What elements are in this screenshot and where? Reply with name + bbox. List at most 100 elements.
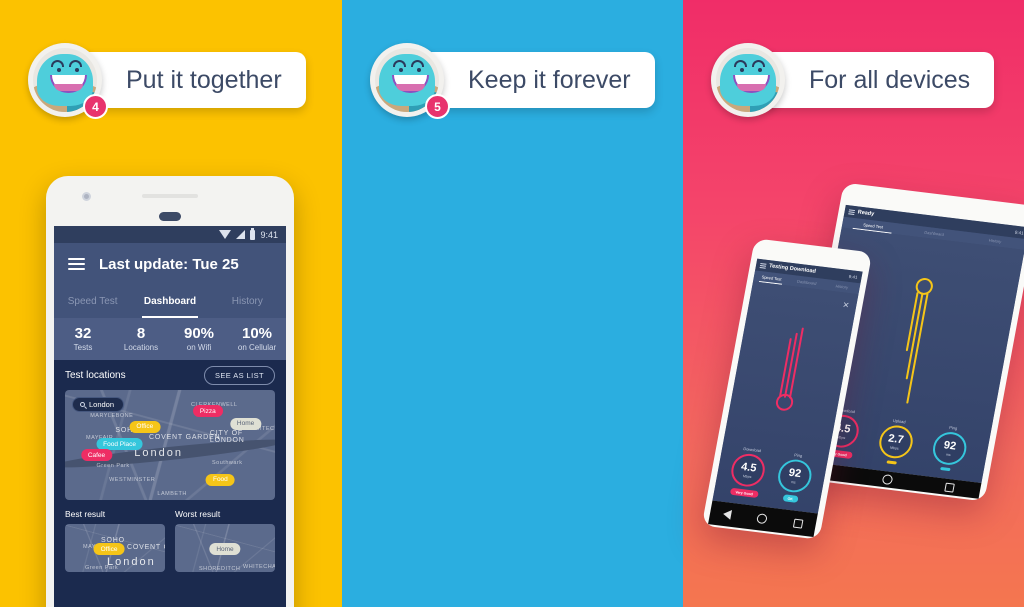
gauge-tag	[940, 466, 951, 472]
tab-speed-test[interactable]: Speed Test	[54, 285, 131, 318]
banner-badge: 4	[83, 94, 108, 119]
gauge-download: Download 4.5 Mbps Very Good	[727, 445, 769, 498]
map-pin[interactable]: Home	[229, 417, 262, 430]
gauge-tag: Very Good	[729, 487, 759, 498]
gauge-unit: Mbps	[889, 445, 900, 451]
status-bar: 9:41	[54, 226, 286, 243]
gauge-ring: 92 ms	[930, 430, 969, 467]
map-search-input[interactable]: London	[72, 397, 125, 412]
battery-icon	[250, 227, 256, 240]
recents-icon[interactable]	[944, 482, 955, 493]
mascot-icon: 5	[370, 43, 450, 119]
banner-2: 5 Keep it forever	[370, 40, 655, 120]
speed-squiggle-icon	[905, 277, 935, 404]
gauge-upload: Upload 2.7 Mbps	[875, 417, 916, 466]
status-time: 9:41	[260, 229, 278, 240]
stat-value: 32	[74, 325, 92, 343]
panel-put-it-together: 4 Put it together 9:41 Last update: Tue …	[0, 0, 342, 607]
page-title: Last update: Tue 25	[99, 255, 239, 273]
best-result[interactable]: Best result LondonCOVENT GARDENSOHOMAYFA…	[65, 509, 165, 572]
mascot-icon: 4	[28, 43, 108, 119]
best-result-map: LondonCOVENT GARDENSOHOMAYFAIRGreen Park…	[65, 524, 165, 572]
recents-icon[interactable]	[792, 518, 804, 529]
test-locations-header: Test locations SEE AS LIST	[54, 360, 286, 390]
banner-1: 4 Put it together	[28, 40, 306, 120]
gauge-caption: Ping	[793, 452, 803, 459]
promo-screenshot: 4 Put it together 9:41 Last update: Tue …	[0, 0, 1024, 607]
hamburger-icon[interactable]	[68, 258, 85, 270]
stat-locations: 8 Locations	[112, 318, 170, 360]
map-pin: Office	[93, 543, 125, 556]
mascot-icon	[711, 43, 785, 117]
hamburger-icon[interactable]	[759, 262, 767, 269]
result-label: Worst result	[175, 509, 221, 519]
home-icon[interactable]	[882, 474, 894, 486]
stat-value: 8	[136, 325, 146, 343]
hamburger-icon[interactable]	[848, 208, 856, 215]
map-label: LAMBETH	[157, 491, 187, 498]
gauge-value: 2.7	[887, 432, 905, 446]
tab-dashboard[interactable]: Dashboard	[131, 285, 208, 318]
gauge-value: 92	[942, 438, 958, 453]
stat-wifi: 90% on Wifi	[170, 318, 228, 360]
stat-label: on Wifi	[186, 342, 212, 352]
status-time: 9:41	[1014, 229, 1024, 236]
map-label: SHOREDITCH	[199, 566, 241, 572]
dashboard-screen: 9:41 Last update: Tue 25 Speed Test Dash…	[54, 226, 286, 607]
page-title: Ready	[857, 209, 875, 218]
stat-cellular: 10% on Cellular	[228, 318, 286, 360]
gauge-ping: Ping 92 ms	[929, 423, 970, 472]
see-as-list-button[interactable]: SEE AS LIST	[203, 365, 275, 385]
back-icon[interactable]	[722, 509, 733, 520]
camera-icon	[82, 192, 91, 201]
stat-value: 90%	[183, 325, 215, 343]
phone-bezel	[46, 176, 294, 226]
map-pin: Home	[209, 543, 241, 556]
map-label: CITY OF	[209, 429, 243, 437]
map-label: Green Park	[85, 565, 119, 572]
map-pin[interactable]: Cafee	[80, 449, 113, 462]
map-label: Southwark	[212, 460, 243, 467]
gauge-unit: ms	[790, 479, 797, 485]
gauge-tag	[886, 460, 897, 465]
banner-bubble: For all devices	[763, 52, 995, 108]
worst-result[interactable]: Worst result WHITECHAPELSHOREDITCH Home	[175, 509, 275, 572]
phone3-gauges: Download 4.5 Mbps Very Good Ping 92 ms O…	[714, 443, 829, 505]
worst-result-map: WHITECHAPELSHOREDITCH Home	[175, 524, 275, 572]
panel-keep-it-forever: 5 Keep it forever 9:41	[342, 0, 683, 607]
gauge-unit: Mbps	[742, 473, 752, 479]
stat-label: Tests	[73, 342, 93, 352]
stat-label: Locations	[123, 342, 159, 352]
close-icon[interactable]: ✕	[842, 300, 850, 310]
map-label: Green Park	[96, 462, 130, 469]
app-bar: Last update: Tue 25	[54, 243, 286, 285]
gauge-caption: Ping	[948, 424, 958, 431]
map-label: MARYLEBONE	[90, 413, 134, 420]
map-label: LONDON	[209, 437, 245, 445]
sensor-icon	[159, 212, 181, 221]
banner-bubble: Put it together	[80, 52, 306, 108]
stat-value: 10%	[241, 325, 273, 343]
tab-history[interactable]: History	[209, 285, 286, 318]
speed-squiggle-icon	[774, 327, 805, 412]
gauge-ring: 4.5 Mbps	[728, 452, 768, 489]
search-value: London	[89, 400, 115, 409]
stat-label: on Cellular	[237, 342, 277, 352]
gauge-value: 92	[787, 466, 803, 480]
map-label: COVENT GARDEN	[127, 544, 165, 552]
gauge-ring: 92 ms	[775, 457, 814, 495]
map-label: WESTMINSTER	[109, 476, 156, 483]
map-pin[interactable]: Food	[205, 473, 235, 486]
banner-badge: 5	[425, 94, 450, 119]
home-icon[interactable]	[756, 513, 769, 525]
banner-text: Put it together	[126, 65, 282, 94]
map-pin[interactable]: Pizza	[192, 405, 223, 418]
gauge-unit: ms	[945, 452, 952, 457]
map-pin[interactable]: Office	[129, 420, 161, 433]
wifi-icon	[219, 230, 232, 239]
section-title: Test locations	[65, 369, 126, 381]
search-icon	[80, 402, 85, 407]
locations-map[interactable]: London SOHO COVENT GARDEN CITY OF LONDON MARY…	[65, 390, 275, 500]
banner-text: Keep it forever	[468, 65, 631, 94]
stat-tests: 32 Tests	[54, 318, 112, 360]
